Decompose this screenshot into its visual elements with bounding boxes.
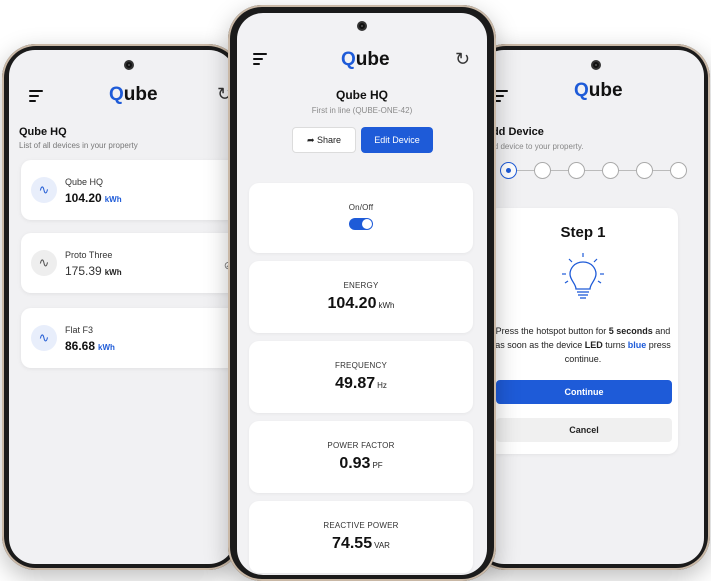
metric-label: ENERGY xyxy=(343,281,379,290)
step-instruction: Press the hotspot button for 5 seconds a… xyxy=(495,326,671,364)
device-value: 175.39 kWh xyxy=(65,264,122,278)
device-name: Proto Three xyxy=(65,250,113,260)
share-button[interactable]: ➦ Share xyxy=(292,127,356,153)
camera-icon xyxy=(591,60,601,70)
power-toggle[interactable] xyxy=(349,218,373,230)
waveform-icon: ∿ xyxy=(31,250,57,276)
metric-value: 104.20 kWh xyxy=(327,295,395,312)
stepper-step-4 xyxy=(602,162,619,179)
stepper-step-3 xyxy=(568,162,585,179)
lightbulb-icon xyxy=(562,253,604,299)
app-logo: Qube xyxy=(109,84,158,105)
menu-icon[interactable] xyxy=(253,53,267,65)
left-screen: Qube ↻ Qube HQ List of all devices in yo… xyxy=(9,50,235,564)
menu-icon[interactable] xyxy=(29,90,43,102)
device-value: 86.68 kWh xyxy=(65,339,115,353)
stepper-step-5 xyxy=(636,162,653,179)
camera-icon xyxy=(357,21,367,31)
device-title: Qube HQ xyxy=(335,88,388,102)
device-value: 104.20 kWh xyxy=(65,191,122,205)
center-screen: Qube ↻ Qube HQ First in line (QUBE-ONE-4… xyxy=(237,13,487,575)
energy-card: ENERGY 104.20 kWh xyxy=(249,261,473,333)
reactive-power-card: REACTIVE POWER 74.55 VAR xyxy=(249,501,473,573)
metric-value: 0.93 PF xyxy=(339,455,383,472)
refresh-icon[interactable]: ↻ xyxy=(455,50,470,68)
metric-label: REACTIVE POWER xyxy=(323,521,399,530)
left-phone: Qube ↻ Qube HQ List of all devices in yo… xyxy=(2,44,242,570)
waveform-icon: ∿ xyxy=(31,325,57,351)
power-factor-card: POWER FACTOR 0.93 PF xyxy=(249,421,473,493)
edit-device-button[interactable]: Edit Device xyxy=(361,127,433,153)
right-screen: Qube Add Device Add device to your prope… xyxy=(478,50,704,564)
step-card: Step 1 Press the hotspot button for 5 se… xyxy=(488,208,678,454)
logo-rest: ube xyxy=(123,84,158,105)
stepper-step-2 xyxy=(534,162,551,179)
cancel-button[interactable]: Cancel xyxy=(496,418,672,442)
share-icon: ➦ xyxy=(306,135,315,145)
camera-icon xyxy=(124,60,134,70)
stepper-step-6 xyxy=(670,162,687,179)
metric-label: POWER FACTOR xyxy=(327,441,395,450)
center-phone: Qube ↻ Qube HQ First in line (QUBE-ONE-4… xyxy=(228,5,496,581)
waveform-icon: ∿ xyxy=(31,177,57,203)
step-title: Step 1 xyxy=(560,224,606,241)
logo-rest: ube xyxy=(355,49,390,70)
onoff-card: On/Off xyxy=(249,183,473,253)
device-name: Flat F3 xyxy=(65,325,94,335)
device-name: Qube HQ xyxy=(65,177,104,187)
page-title: Qube HQ xyxy=(19,126,67,138)
device-card-proto-three[interactable]: ∿ Proto Three 175.39kWh ⊘ xyxy=(21,233,235,293)
stepper-step-1 xyxy=(500,162,517,179)
onoff-label: On/Off xyxy=(348,203,374,212)
metric-value: 49.87 Hz xyxy=(335,375,387,392)
metric-value: 74.55 VAR xyxy=(332,535,390,552)
device-card-qube-hq[interactable]: ∿ Qube HQ 104.20 kWh xyxy=(21,160,235,220)
app-logo: Qube xyxy=(341,49,390,70)
frequency-card: FREQUENCY 49.87 Hz xyxy=(249,341,473,413)
continue-button[interactable]: Continue xyxy=(496,380,672,404)
page-subtitle: List of all devices in your property xyxy=(19,141,138,150)
page-subtitle: Add device to your property. xyxy=(484,142,584,151)
right-phone: Qube Add Device Add device to your prope… xyxy=(472,44,710,570)
device-subtitle: First in line (QUBE-ONE-42) xyxy=(311,106,413,115)
app-logo: Qube xyxy=(574,80,623,101)
device-card-flat-f3[interactable]: ∿ Flat F3 86.68 kWh xyxy=(21,308,235,368)
logo-rest: ube xyxy=(588,80,623,101)
metric-label: FREQUENCY xyxy=(334,361,388,370)
menu-icon[interactable] xyxy=(494,90,508,102)
